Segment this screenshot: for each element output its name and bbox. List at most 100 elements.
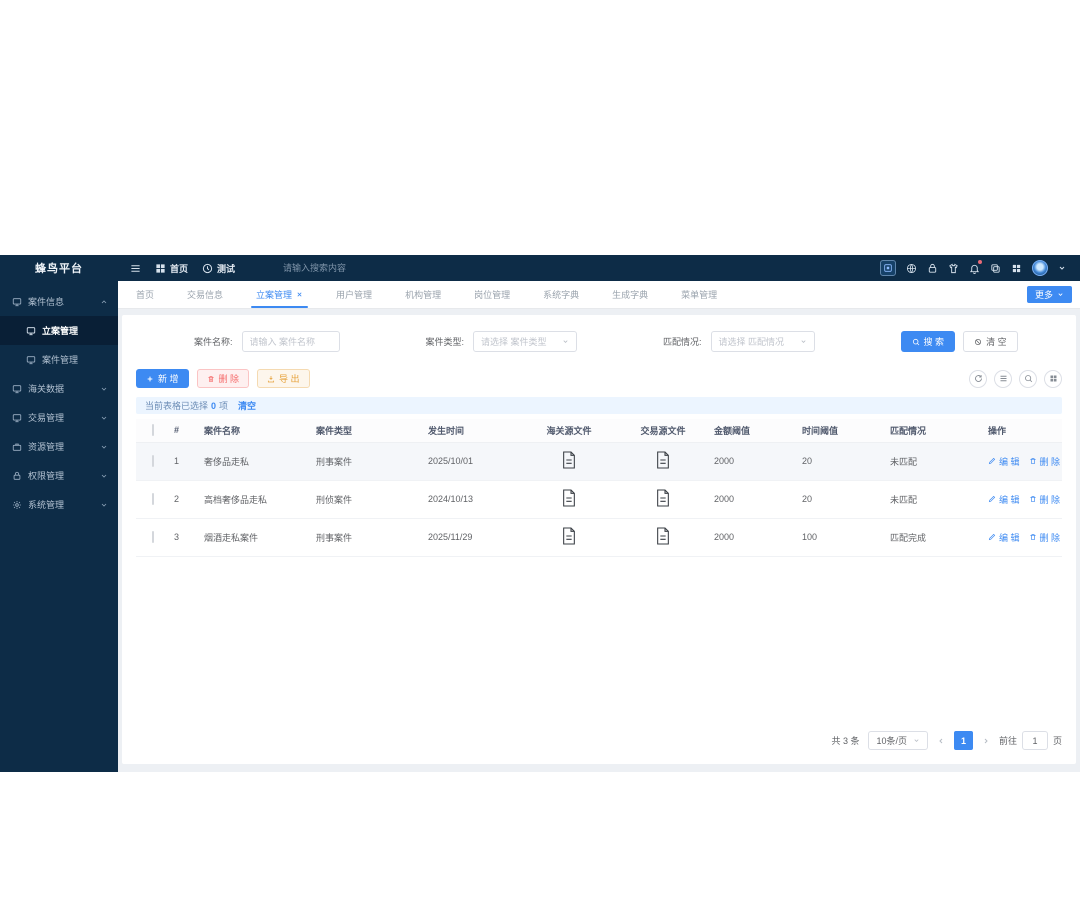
- lock-icon[interactable]: [927, 263, 938, 274]
- tab-case-filing[interactable]: 立案管理: [251, 281, 309, 308]
- goto-label: 前往: [998, 736, 1017, 746]
- sidebar-group-transaction-mgmt[interactable]: 交易管理: [0, 403, 118, 432]
- filter-actions: 搜 索 清 空: [900, 331, 1018, 352]
- tab-home[interactable]: 首页: [136, 281, 154, 308]
- fullscreen-icon[interactable]: [1019, 369, 1037, 388]
- monitor-icon: [26, 355, 36, 364]
- trade-file-icon[interactable]: [655, 488, 671, 508]
- hamburger-menu-icon[interactable]: [130, 263, 141, 274]
- selection-clear-link[interactable]: 清空: [238, 399, 256, 412]
- clear-button[interactable]: 清 空: [963, 331, 1018, 352]
- tab-org-mgmt[interactable]: 机构管理: [405, 281, 441, 308]
- sidebar-group-case-info[interactable]: 案件信息: [0, 287, 118, 316]
- theme-skin-icon[interactable]: [948, 263, 959, 274]
- table-row: 1 奢侈品走私 刑事案件 2025/10/01 2000 20 未匹配 编 辑 删…: [136, 442, 1062, 481]
- main-area: 首页 交易信息 立案管理 用户管理 机构管理 岗位管理 系统字典 生成字典 菜单…: [118, 281, 1080, 772]
- trade-file-icon[interactable]: [655, 526, 671, 546]
- global-search-input[interactable]: [283, 263, 404, 273]
- edit-link-label: 编 辑: [999, 456, 1020, 467]
- tab-close-icon[interactable]: [296, 291, 303, 298]
- tab-menu-mgmt[interactable]: 菜单管理: [681, 281, 717, 308]
- next-page-icon[interactable]: [982, 737, 990, 745]
- sidebar-group-resource-mgmt[interactable]: 资源管理: [0, 432, 118, 461]
- row-delete-link[interactable]: 删 除: [1029, 493, 1060, 506]
- user-avatar[interactable]: [1032, 260, 1048, 276]
- row-checkbox[interactable]: [152, 493, 154, 505]
- density-icon[interactable]: [994, 369, 1012, 388]
- trade-file-icon[interactable]: [655, 450, 671, 470]
- page-size-select[interactable]: 10条/页: [868, 731, 928, 750]
- tab-user-mgmt[interactable]: 用户管理: [336, 281, 372, 308]
- select-placeholder: 请选择 匹配情况: [718, 337, 785, 347]
- sidebar-group-label: 案件信息: [28, 297, 65, 307]
- page-number-1[interactable]: 1: [953, 731, 973, 750]
- customs-file-icon[interactable]: [561, 488, 577, 508]
- row-delete-link[interactable]: 删 除: [1029, 455, 1060, 468]
- gear-icon: [13, 500, 21, 509]
- table-row: 3 烟酒走私案件 刑事案件 2025/11/29 2000 100 匹配完成 编…: [136, 518, 1062, 557]
- edit-link[interactable]: 编 辑: [988, 455, 1020, 468]
- sidebar-group-label: 海关数据: [28, 384, 65, 394]
- selection-bar: 当前表格已选择 0 项 清空: [136, 397, 1062, 414]
- tab-label: 生成字典: [612, 290, 649, 300]
- delete-button-label: 删 除: [218, 374, 240, 384]
- cell-match-status: 未匹配: [886, 480, 984, 519]
- goto-page-input[interactable]: [1021, 731, 1048, 750]
- tab-transaction-info[interactable]: 交易信息: [187, 281, 223, 308]
- selection-text: 当前表格已选择: [145, 401, 209, 411]
- case-type-select[interactable]: 请选择 案件类型: [473, 331, 578, 352]
- apps-grid-icon[interactable]: [1011, 263, 1022, 274]
- sidebar-group-customs-data[interactable]: 海关数据: [0, 374, 118, 403]
- col-case-type: 案件类型: [312, 419, 424, 443]
- sidebar-group-permission-mgmt[interactable]: 权限管理: [0, 461, 118, 490]
- tab-label: 系统字典: [543, 290, 580, 300]
- tab-gen-dict[interactable]: 生成字典: [612, 281, 648, 308]
- topbar-nav-home[interactable]: 首页: [155, 262, 188, 275]
- topbar: 蜂鸟平台 首页 测试: [0, 255, 1080, 281]
- filter-label: 案件类型:: [425, 337, 465, 347]
- customs-file-icon[interactable]: [561, 450, 577, 470]
- clear-icon: [975, 338, 982, 345]
- col-case-name: 案件名称: [200, 419, 312, 443]
- row-checkbox[interactable]: [152, 455, 154, 467]
- search-button[interactable]: 搜 索: [900, 331, 956, 352]
- sidebar-item-case-mgmt[interactable]: 案件管理: [0, 345, 118, 374]
- pagination-goto: 前往 页: [999, 731, 1062, 750]
- tabs-more-button[interactable]: 更多: [1026, 286, 1072, 303]
- chevron-down-icon[interactable]: [1058, 264, 1066, 272]
- copy-docs-icon[interactable]: [990, 263, 1001, 274]
- row-checkbox[interactable]: [152, 531, 154, 543]
- pagination-total: 共 3 条: [831, 736, 860, 746]
- select-all-checkbox[interactable]: [152, 424, 154, 437]
- topbar-nav-test[interactable]: 测试: [202, 262, 235, 275]
- export-button[interactable]: 导 出: [257, 369, 310, 388]
- globe-icon[interactable]: [906, 263, 917, 274]
- customs-file-icon[interactable]: [561, 526, 577, 546]
- topbar-right-icons: [880, 259, 1080, 276]
- sidebar-group-label: 系统管理: [28, 500, 65, 510]
- refresh-icon[interactable]: [969, 369, 987, 388]
- match-status-select[interactable]: 请选择 匹配情况: [710, 331, 815, 352]
- cell-date: 2025/10/01: [424, 442, 522, 481]
- case-name-input[interactable]: [241, 331, 340, 352]
- notification-bell[interactable]: [969, 259, 982, 274]
- cell-index: 3: [170, 518, 200, 557]
- page-unit-label: 页: [1052, 736, 1062, 746]
- column-settings-icon[interactable]: [1044, 369, 1062, 388]
- add-button[interactable]: 新 增: [136, 369, 189, 388]
- row-delete-link[interactable]: 删 除: [1029, 531, 1060, 544]
- trash-icon: [1029, 496, 1036, 502]
- cell-case-name: 烟酒走私案件: [200, 518, 312, 557]
- screen-frame-icon[interactable]: [880, 260, 896, 276]
- edit-link[interactable]: 编 辑: [988, 531, 1020, 544]
- cell-index: 1: [170, 442, 200, 481]
- sidebar-item-case-filing[interactable]: 立案管理: [0, 316, 118, 345]
- edit-link[interactable]: 编 辑: [988, 493, 1020, 506]
- sidebar-group-system-mgmt[interactable]: 系统管理: [0, 490, 118, 519]
- prev-page-icon[interactable]: [937, 737, 945, 745]
- monitor-icon: [12, 413, 22, 422]
- delete-button[interactable]: 删 除: [196, 369, 250, 388]
- export-icon: [267, 375, 275, 382]
- tab-system-dict[interactable]: 系统字典: [543, 281, 579, 308]
- tab-position-mgmt[interactable]: 岗位管理: [474, 281, 510, 308]
